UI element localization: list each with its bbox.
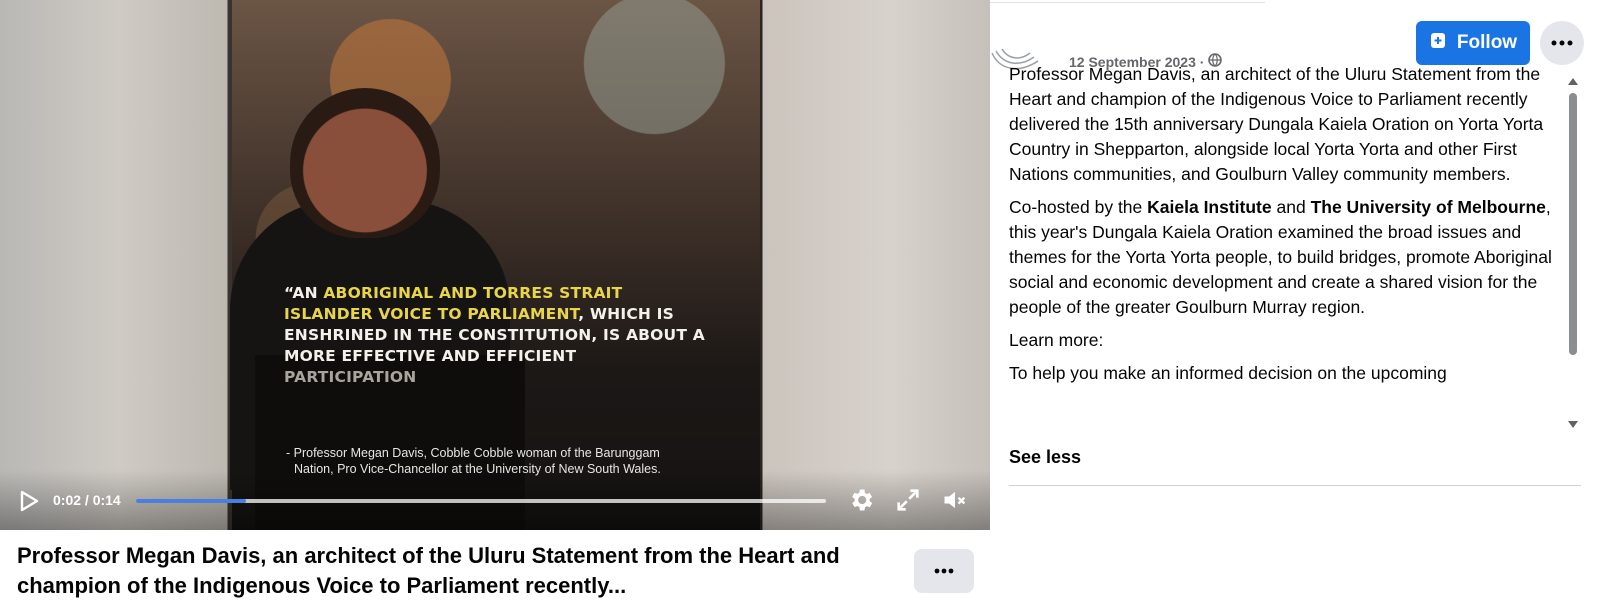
video-progress-bar[interactable] [136,499,826,503]
volume-muted-icon[interactable] [941,486,969,514]
speaker-head [290,88,440,238]
gear-icon[interactable] [847,486,875,514]
post-paragraph-1: Professor Megan Davis, an architect of t… [1009,64,1544,184]
more-options-button[interactable] [914,549,974,593]
video-player[interactable]: “AN ABORIGINAL AND TORRES STRAIT ISLANDE… [0,0,990,530]
post-paragraph-2: Co-hosted by the Kaiela Institute and Th… [1009,197,1552,317]
mention-university-of-melbourne[interactable]: The University of Melbourne [1311,197,1546,217]
follow-label: Follow [1456,32,1518,53]
page: “AN ABORIGINAL AND TORRES STRAIT ISLANDE… [0,0,1600,600]
post-panel: 12 September 2023 · Follow Professor Meg… [990,0,1600,600]
follow-icon [1429,30,1449,56]
post-divider [1009,485,1581,486]
video-progress-fill [136,499,247,503]
video-time: 0:02 / 0:14 [53,492,121,508]
post-scrollbar[interactable] [1566,75,1580,435]
play-icon[interactable] [18,490,40,512]
video-controls: 0:02 / 0:14 [0,470,990,530]
top-divider [990,2,1265,3]
mention-kaiela-institute[interactable]: Kaiela Institute [1147,197,1271,217]
more-options-icon[interactable] [1540,21,1584,65]
see-less-button[interactable]: See less [1009,447,1081,468]
scrollbar-thumb[interactable] [1569,93,1577,355]
post-paragraph-learn-more: Learn more: [1009,330,1104,350]
follow-button[interactable]: Follow [1416,21,1530,65]
post-paragraph-4: To help you make an informed decision on… [1009,363,1447,383]
video-quote-overlay: “AN ABORIGINAL AND TORRES STRAIT ISLANDE… [284,284,705,386]
post-text: Professor Megan Davis, an architect of t… [1009,62,1564,446]
fullscreen-icon[interactable] [894,486,922,514]
video-title: Professor Megan Davis, an architect of t… [17,543,840,598]
